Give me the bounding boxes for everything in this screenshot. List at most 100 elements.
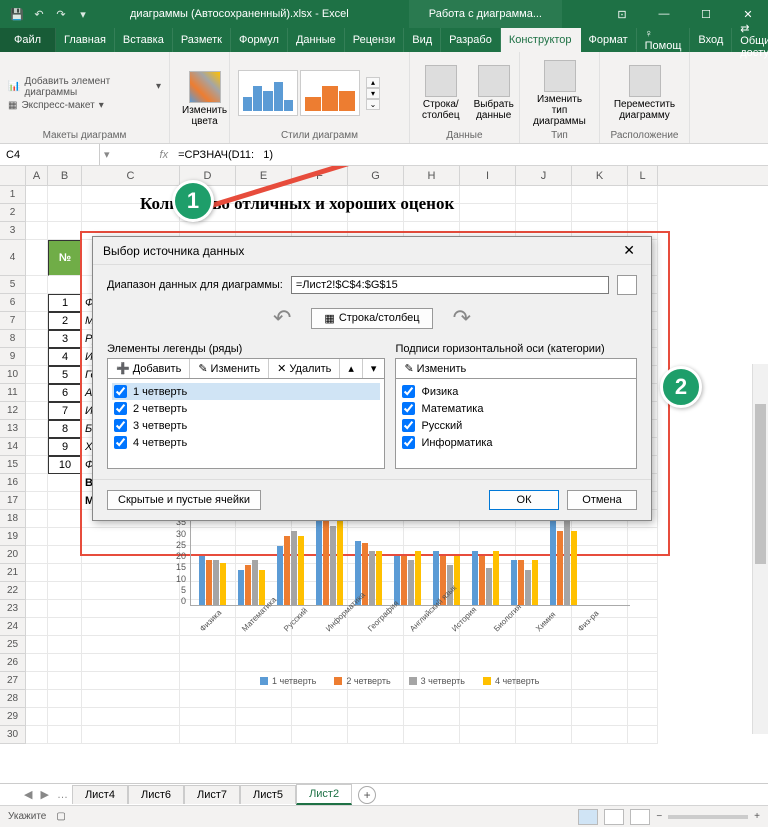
cell[interactable]	[26, 366, 48, 384]
cell[interactable]	[26, 348, 48, 366]
cell[interactable]	[572, 726, 628, 744]
cell[interactable]	[26, 438, 48, 456]
col-header[interactable]: C	[82, 166, 180, 185]
cell[interactable]	[460, 204, 516, 222]
list-item[interactable]: 4 четверть	[112, 434, 380, 451]
ok-button[interactable]: ОК	[489, 490, 559, 510]
series-checkbox[interactable]	[114, 385, 127, 398]
minimize-icon[interactable]: ―	[644, 0, 684, 28]
cell[interactable]	[26, 654, 48, 672]
cell[interactable]	[48, 654, 82, 672]
row-header[interactable]: 10	[0, 366, 26, 384]
fx-icon[interactable]: fx	[154, 149, 175, 161]
new-sheet-icon[interactable]: +	[358, 786, 376, 804]
undo-icon[interactable]: ↶	[30, 5, 48, 23]
cell[interactable]	[26, 402, 48, 420]
page-layout-view-icon[interactable]	[604, 809, 624, 825]
row-header[interactable]: 29	[0, 708, 26, 726]
cell[interactable]	[26, 600, 48, 618]
page-break-view-icon[interactable]	[630, 809, 650, 825]
cell[interactable]	[82, 726, 180, 744]
categories-listbox[interactable]: Физика Математика Русский Информатика	[395, 379, 637, 469]
sheet-tab[interactable]: Лист4	[72, 785, 128, 804]
series-checkbox[interactable]	[114, 402, 127, 415]
zoom-slider[interactable]	[668, 815, 748, 819]
dialog-close-icon[interactable]: ✕	[617, 242, 641, 259]
cell[interactable]	[236, 726, 292, 744]
cell[interactable]: 9	[48, 438, 82, 456]
edit-series-button[interactable]: ✎Изменить	[190, 359, 269, 378]
cell[interactable]	[48, 204, 82, 222]
share[interactable]: ⇄ Общий доступ	[732, 28, 768, 52]
cell[interactable]	[26, 474, 48, 492]
row-header[interactable]: 3	[0, 222, 26, 240]
col-header[interactable]: I	[460, 166, 516, 185]
cell[interactable]	[26, 294, 48, 312]
add-chart-element-button[interactable]: 📊Добавить элемент диаграммы▾	[8, 76, 161, 98]
cell[interactable]	[48, 672, 82, 690]
col-header[interactable]: H	[404, 166, 460, 185]
move-down-icon[interactable]: ▾	[363, 359, 385, 378]
cell[interactable]	[26, 330, 48, 348]
cell[interactable]	[26, 708, 48, 726]
row-header[interactable]: 16	[0, 474, 26, 492]
cell[interactable]	[516, 726, 572, 744]
tab-layout[interactable]: Разметк	[173, 28, 231, 52]
cell[interactable]	[180, 726, 236, 744]
name-box-dropdown-icon[interactable]: ▾	[100, 148, 114, 161]
cell[interactable]	[628, 204, 658, 222]
cell[interactable]	[48, 564, 82, 582]
cell[interactable]	[26, 384, 48, 402]
range-selector-icon[interactable]	[617, 275, 637, 295]
name-box[interactable]: C4	[0, 144, 100, 165]
save-icon[interactable]: 💾	[8, 5, 26, 23]
hidden-empty-cells-button[interactable]: Скрытые и пустые ячейки	[107, 490, 261, 510]
row-header[interactable]: 12	[0, 402, 26, 420]
row-header[interactable]: 17	[0, 492, 26, 510]
cell[interactable]	[48, 582, 82, 600]
cell[interactable]	[26, 510, 48, 528]
list-item[interactable]: Информатика	[400, 434, 632, 451]
cell[interactable]	[26, 618, 48, 636]
col-header[interactable]: A	[26, 166, 48, 185]
col-header[interactable]: E	[236, 166, 292, 185]
cell[interactable]	[348, 726, 404, 744]
switch-row-column-dialog-button[interactable]: ▦Строка/столбец	[311, 308, 432, 329]
sign-in[interactable]: Вход	[690, 28, 732, 52]
series-listbox[interactable]: 1 четверть 2 четверть 3 четверть 4 четве…	[107, 379, 385, 469]
formula-input[interactable]	[174, 149, 768, 161]
move-up-icon[interactable]: ▴	[340, 359, 363, 378]
embedded-chart[interactable]: 4035302520151050 ФизикаМатематикаРусский…	[160, 506, 640, 716]
scrollbar-thumb[interactable]	[755, 404, 766, 564]
cell[interactable]: 5	[48, 366, 82, 384]
row-header[interactable]: 1	[0, 186, 26, 204]
row-header[interactable]: 20	[0, 546, 26, 564]
row-header[interactable]: 30	[0, 726, 26, 744]
sheet-tab[interactable]: Лист7	[184, 785, 240, 804]
cell[interactable]: 10	[48, 456, 82, 474]
chart-style-thumb[interactable]	[238, 70, 298, 116]
cell[interactable]: 4	[48, 348, 82, 366]
cell[interactable]	[48, 528, 82, 546]
gallery-more-icon[interactable]: ⌄	[366, 99, 380, 110]
cell[interactable]	[48, 276, 82, 294]
row-header[interactable]: 21	[0, 564, 26, 582]
zoom-out-icon[interactable]: −	[656, 811, 662, 822]
row-header[interactable]: 23	[0, 600, 26, 618]
dialog-titlebar[interactable]: Выбор источника данных ✕	[93, 237, 651, 265]
row-header[interactable]: 14	[0, 438, 26, 456]
cell[interactable]	[26, 672, 48, 690]
cell[interactable]	[26, 492, 48, 510]
cell[interactable]	[48, 546, 82, 564]
ribbon-options-icon[interactable]: ⊡	[602, 0, 642, 28]
cell[interactable]: 8	[48, 420, 82, 438]
change-colors-button[interactable]: Изменить цвета	[178, 69, 231, 129]
category-checkbox[interactable]	[402, 436, 415, 449]
row-header[interactable]: 2	[0, 204, 26, 222]
col-header[interactable]: G	[348, 166, 404, 185]
col-header[interactable]: B	[48, 166, 82, 185]
add-series-button[interactable]: ➕Добавить	[108, 359, 190, 378]
category-checkbox[interactable]	[402, 419, 415, 432]
cell[interactable]	[572, 204, 628, 222]
cell[interactable]	[48, 222, 82, 240]
